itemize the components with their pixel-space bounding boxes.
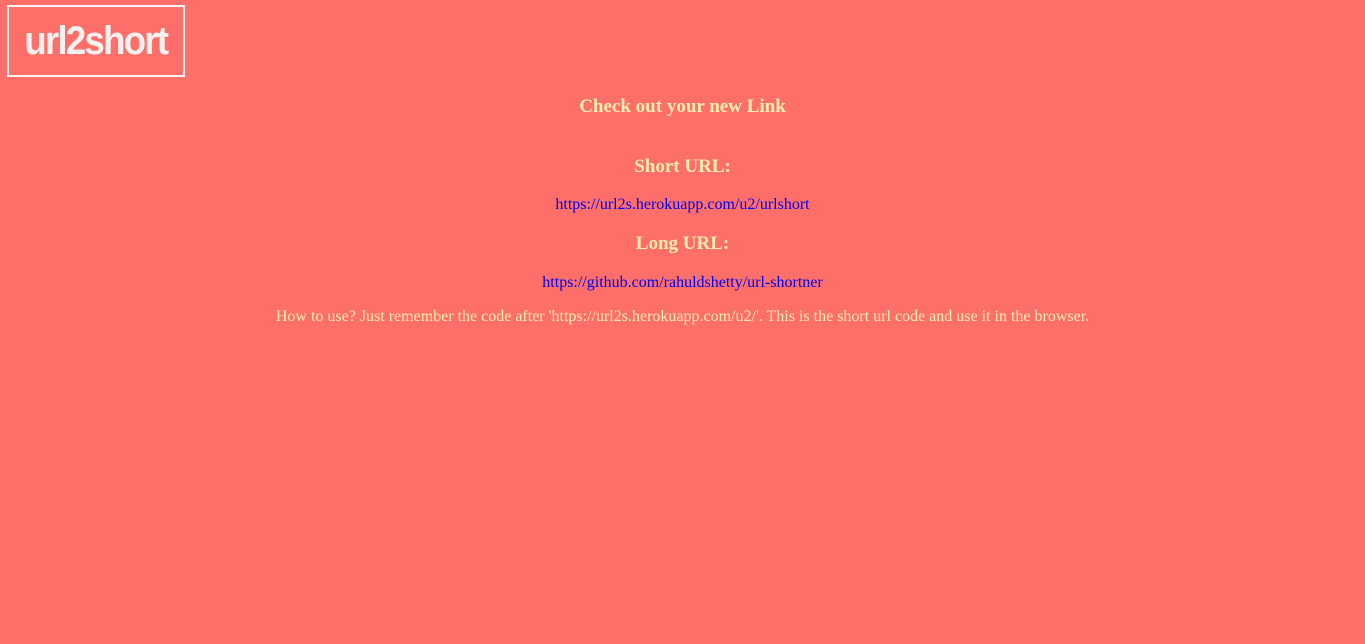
short-url-label: Short URL: [634,156,731,177]
result-title: Check out your new Link [579,96,786,117]
how-to-use-text: How to use? Just remember the code after… [275,308,1090,325]
long-url-label: Long URL: [635,233,730,254]
short-url-link[interactable]: https://url2s.herokuapp.com/u2/urlshort [555,196,809,213]
long-url-link-row: https://github.com/rahuldshetty/url-shor… [0,273,1365,293]
long-url-link[interactable]: https://github.com/rahuldshetty/url-shor… [542,274,822,291]
logo[interactable]: url2short [7,5,185,77]
logo-text: url2short [24,19,170,63]
short-url-link-row: https://url2s.herokuapp.com/u2/urlshort [0,195,1365,215]
